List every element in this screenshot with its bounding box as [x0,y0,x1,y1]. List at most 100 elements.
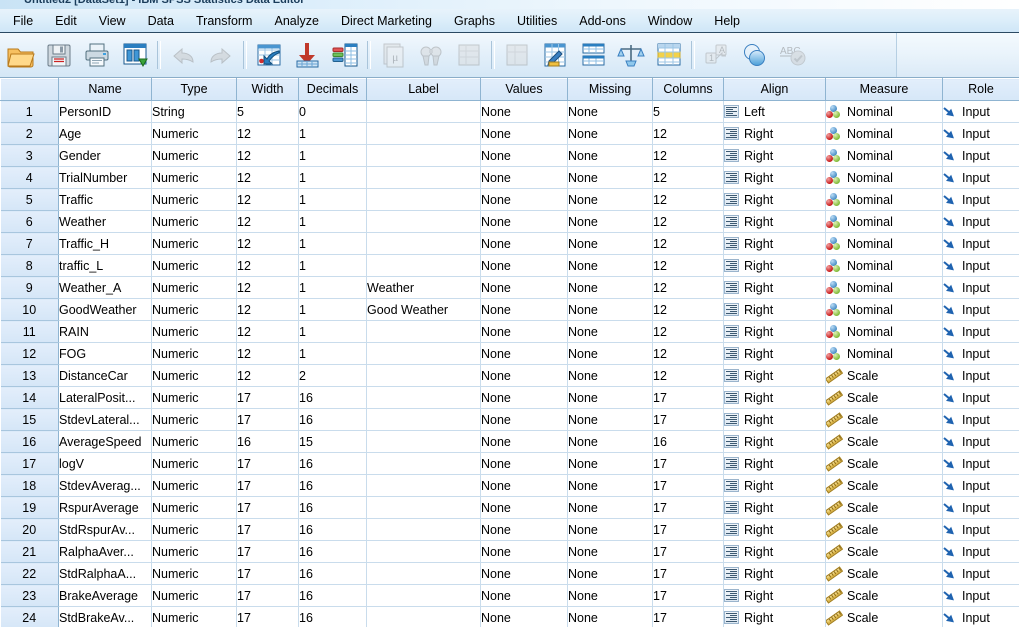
table-row[interactable]: 4 TrialNumber Numeric 12 1 None None 12 Right Nom… [0,166,1019,189]
table-row[interactable]: 21 RalphaAver... Numeric 17 16 None None 17 Righ… [0,540,1019,563]
cell-width[interactable]: 12 [236,298,299,321]
cell-columns[interactable]: 12 [652,188,724,211]
cell-align[interactable]: Right [723,342,826,365]
cell-decimals[interactable]: 1 [298,342,367,365]
cell-role[interactable]: Input [942,276,1019,299]
cell-label[interactable] [366,364,481,387]
cell-columns[interactable]: 16 [652,430,724,453]
cell-role[interactable]: Input [942,188,1019,211]
cell-width[interactable]: 17 [236,496,299,519]
cell-measure[interactable]: Nominal [825,188,943,211]
select-all-corner[interactable] [0,78,59,101]
cell-measure[interactable]: Nominal [825,100,943,123]
cell-type[interactable]: Numeric [151,188,237,211]
cell-measure[interactable]: Nominal [825,276,943,299]
cell-columns[interactable]: 17 [652,474,724,497]
menu-item-graphs[interactable]: Graphs [443,10,506,32]
cell-values[interactable]: None [480,232,568,255]
cell-measure[interactable]: Scale [825,474,943,497]
cell-columns[interactable]: 17 [652,584,724,607]
cell-values[interactable]: None [480,562,568,585]
row-number[interactable]: 7 [0,232,59,255]
cell-type[interactable]: Numeric [151,606,237,627]
cell-values[interactable]: None [480,254,568,277]
cell-name[interactable]: DistanceCar [58,364,152,387]
cell-type[interactable]: Numeric [151,562,237,585]
cell-measure[interactable]: Scale [825,364,943,387]
row-number[interactable]: 9 [0,276,59,299]
cell-missing[interactable]: None [567,342,653,365]
open-file-icon[interactable] [2,35,40,75]
cell-measure[interactable]: Scale [825,496,943,519]
cell-name[interactable]: Weather [58,210,152,233]
cell-role[interactable]: Input [942,166,1019,189]
cell-role[interactable]: Input [942,430,1019,453]
cell-align[interactable]: Right [723,122,826,145]
cell-columns[interactable]: 5 [652,100,724,123]
cell-columns[interactable]: 17 [652,386,724,409]
cell-decimals[interactable]: 16 [298,474,367,497]
table-row[interactable]: 7 Traffic_H Numeric 12 1 None None 12 Right Nomin… [0,232,1019,255]
cell-columns[interactable]: 17 [652,452,724,475]
cell-columns[interactable]: 12 [652,276,724,299]
cell-width[interactable]: 12 [236,122,299,145]
row-number[interactable]: 23 [0,584,59,607]
cell-name[interactable]: logV [58,452,152,475]
cell-type[interactable]: Numeric [151,320,237,343]
cell-measure[interactable]: Nominal [825,232,943,255]
cell-type[interactable]: Numeric [151,584,237,607]
cell-align[interactable]: Right [723,606,826,627]
cell-role[interactable]: Input [942,606,1019,627]
cell-type[interactable]: Numeric [151,496,237,519]
cell-missing[interactable]: None [567,100,653,123]
cell-missing[interactable]: None [567,166,653,189]
cell-type[interactable]: Numeric [151,342,237,365]
column-header-label[interactable]: Label [366,78,481,101]
column-header-columns[interactable]: Columns [652,78,724,101]
cell-align[interactable]: Right [723,452,826,475]
cell-type[interactable]: Numeric [151,210,237,233]
cell-columns[interactable]: 17 [652,408,724,431]
cell-decimals[interactable]: 1 [298,122,367,145]
cell-measure[interactable]: Nominal [825,342,943,365]
table-row[interactable]: 17 logV Numeric 17 16 None None 17 Right Scale Inp… [0,452,1019,475]
row-number[interactable]: 16 [0,430,59,453]
table-row[interactable]: 6 Weather Numeric 12 1 None None 12 Right Nominal… [0,210,1019,233]
cell-decimals[interactable]: 16 [298,518,367,541]
cell-role[interactable]: Input [942,474,1019,497]
cell-align[interactable]: Right [723,430,826,453]
cell-values[interactable]: None [480,100,568,123]
cell-missing[interactable]: None [567,210,653,233]
column-header-values[interactable]: Values [480,78,568,101]
row-number[interactable]: 2 [0,122,59,145]
cell-measure[interactable]: Scale [825,408,943,431]
row-number[interactable]: 21 [0,540,59,563]
cell-label[interactable] [366,562,481,585]
cell-label[interactable] [366,584,481,607]
cell-align[interactable]: Right [723,518,826,541]
cell-values[interactable]: None [480,584,568,607]
cell-values[interactable]: None [480,606,568,627]
cell-label[interactable] [366,100,481,123]
menu-item-file[interactable]: File [2,10,44,32]
row-number[interactable]: 18 [0,474,59,497]
cell-label[interactable] [366,386,481,409]
cell-missing[interactable]: None [567,540,653,563]
cell-align[interactable]: Left [723,100,826,123]
cell-type[interactable]: Numeric [151,408,237,431]
cell-type[interactable]: Numeric [151,452,237,475]
menu-item-utilities[interactable]: Utilities [506,10,568,32]
print-icon[interactable] [78,35,116,75]
cell-values[interactable]: None [480,364,568,387]
menu-item-window[interactable]: Window [637,10,703,32]
cell-columns[interactable]: 17 [652,540,724,563]
cell-role[interactable]: Input [942,496,1019,519]
row-number[interactable]: 24 [0,606,59,627]
cell-columns[interactable]: 12 [652,122,724,145]
cell-type[interactable]: Numeric [151,474,237,497]
cell-missing[interactable]: None [567,606,653,627]
cell-values[interactable]: None [480,320,568,343]
menu-item-help[interactable]: Help [703,10,751,32]
cell-measure[interactable]: Scale [825,540,943,563]
cell-name[interactable]: LateralPosit... [58,386,152,409]
